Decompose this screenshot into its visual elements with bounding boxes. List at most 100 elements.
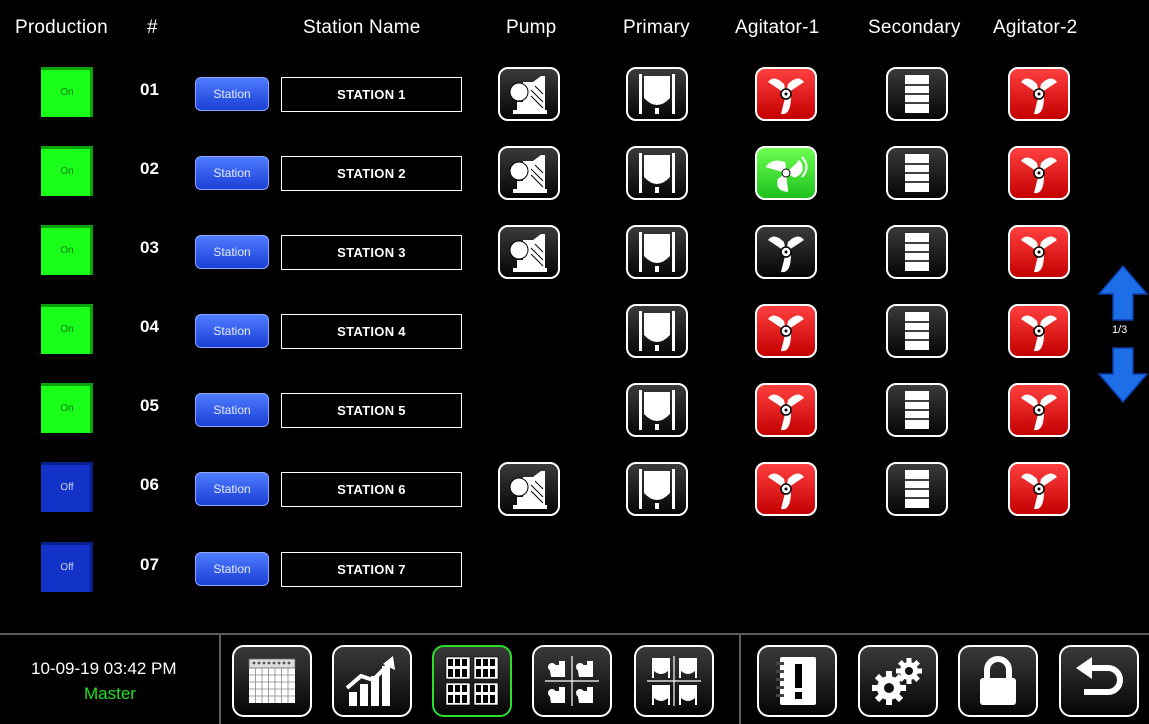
secondary-tank-icon (905, 233, 929, 271)
primary-tank-button[interactable] (626, 225, 688, 279)
alarm-log-icon (776, 657, 816, 705)
pump-button[interactable] (498, 146, 560, 200)
agitator-icon (768, 236, 804, 273)
station-name-field[interactable]: STATION 1 (281, 77, 462, 112)
pump-button[interactable] (498, 462, 560, 516)
secondary-tank-icon (905, 470, 929, 508)
tanks-overview-button[interactable] (634, 645, 714, 717)
primary-tank-button[interactable] (626, 146, 688, 200)
pump-button[interactable] (498, 67, 560, 121)
secondary-tank-icon (905, 154, 929, 192)
production-toggle-button[interactable]: On (41, 67, 93, 117)
tank-icon (639, 153, 675, 193)
station-name-field[interactable]: STATION 7 (281, 552, 462, 587)
settings-button[interactable] (858, 645, 938, 717)
pump-button[interactable] (498, 225, 560, 279)
station-name-field[interactable]: STATION 5 (281, 393, 462, 428)
back-button[interactable] (1059, 645, 1139, 717)
agitator-icon (768, 78, 804, 115)
station-number: 05 (140, 396, 159, 415)
production-toggle-button[interactable]: On (41, 383, 93, 433)
page-down-arrow-icon[interactable] (1097, 346, 1149, 404)
agitator-1-button[interactable] (755, 462, 817, 516)
pump-icon (509, 234, 547, 272)
station-row: On 01 Station STATION 1 (0, 57, 1100, 121)
agitator-icon (1021, 315, 1057, 352)
secondary-tank-button[interactable] (886, 225, 948, 279)
agitator-icon (1021, 157, 1057, 194)
tanks-grid-icon (647, 656, 701, 706)
secondary-tank-button[interactable] (886, 304, 948, 358)
production-toggle-button[interactable]: On (41, 146, 93, 196)
secondary-tank-button[interactable] (886, 67, 948, 121)
agitator-icon (768, 315, 804, 352)
tank-icon (639, 74, 675, 114)
station-button[interactable]: Station (195, 77, 269, 111)
agitator-1-button[interactable] (755, 225, 817, 279)
stations-overview-button[interactable] (432, 645, 512, 717)
header-agitator-2: Agitator-2 (993, 17, 1078, 38)
secondary-tank-button[interactable] (886, 146, 948, 200)
station-name-field[interactable]: STATION 4 (281, 314, 462, 349)
agitator-icon (768, 394, 804, 431)
secondary-tank-button[interactable] (886, 462, 948, 516)
agitator-2-button[interactable] (1008, 146, 1070, 200)
pumps-overview-button[interactable] (532, 645, 612, 717)
page-up-arrow-icon[interactable] (1097, 264, 1149, 322)
agitator-2-button[interactable] (1008, 462, 1070, 516)
station-name-field[interactable]: STATION 3 (281, 235, 462, 270)
pump-icon (509, 155, 547, 193)
alarm-log-button[interactable] (757, 645, 837, 717)
footer-divider (219, 635, 221, 724)
header-primary: Primary (623, 17, 690, 38)
station-number: 04 (140, 317, 159, 336)
primary-tank-button[interactable] (626, 67, 688, 121)
station-row: Off 07 Station STATION 7 (0, 532, 1100, 592)
header-number: # (147, 17, 158, 38)
production-toggle-button[interactable]: On (41, 225, 93, 275)
datetime-display: 10-09-19 03:42 PM (31, 659, 177, 678)
primary-tank-button[interactable] (626, 462, 688, 516)
secondary-tank-icon (905, 391, 929, 429)
header-agitator-1: Agitator-1 (735, 17, 820, 38)
production-toggle-button[interactable]: Off (41, 542, 93, 592)
station-name-field[interactable]: STATION 6 (281, 472, 462, 507)
current-user: Master (84, 684, 136, 703)
station-button[interactable]: Station (195, 552, 269, 586)
trends-button[interactable] (332, 645, 412, 717)
agitator-running-icon (765, 156, 808, 192)
tank-icon (639, 390, 675, 430)
agitator-1-button[interactable] (755, 146, 817, 200)
agitator-icon (1021, 473, 1057, 510)
station-button[interactable]: Station (195, 314, 269, 348)
station-row: Off 06 Station STATION 6 (0, 452, 1100, 516)
station-button[interactable]: Station (195, 235, 269, 269)
agitator-1-button[interactable] (755, 67, 817, 121)
station-button[interactable]: Station (195, 156, 269, 190)
station-row: On 04 Station STATION 4 (0, 294, 1100, 358)
production-toggle-button[interactable]: Off (41, 462, 93, 512)
header-production: Production (15, 17, 108, 38)
footer-bar: 10-09-19 03:42 PM Master (0, 633, 1149, 724)
primary-tank-button[interactable] (626, 383, 688, 437)
station-button[interactable]: Station (195, 472, 269, 506)
lock-button[interactable] (958, 645, 1038, 717)
agitator-2-button[interactable] (1008, 383, 1070, 437)
agitator-2-button[interactable] (1008, 304, 1070, 358)
primary-tank-button[interactable] (626, 304, 688, 358)
secondary-tank-icon (905, 75, 929, 113)
calendar-button[interactable] (232, 645, 312, 717)
agitator-1-button[interactable] (755, 304, 817, 358)
agitator-2-button[interactable] (1008, 67, 1070, 121)
header-station-name: Station Name (303, 17, 421, 38)
station-name-field[interactable]: STATION 2 (281, 156, 462, 191)
agitator-1-button[interactable] (755, 383, 817, 437)
tank-icon (639, 469, 675, 509)
secondary-tank-button[interactable] (886, 383, 948, 437)
production-toggle-button[interactable]: On (41, 304, 93, 354)
station-row: On 05 Station STATION 5 (0, 373, 1100, 437)
agitator-2-button[interactable] (1008, 225, 1070, 279)
pump-icon (509, 471, 547, 509)
station-button[interactable]: Station (195, 393, 269, 427)
page-indicator: 1/3 (1112, 324, 1128, 336)
